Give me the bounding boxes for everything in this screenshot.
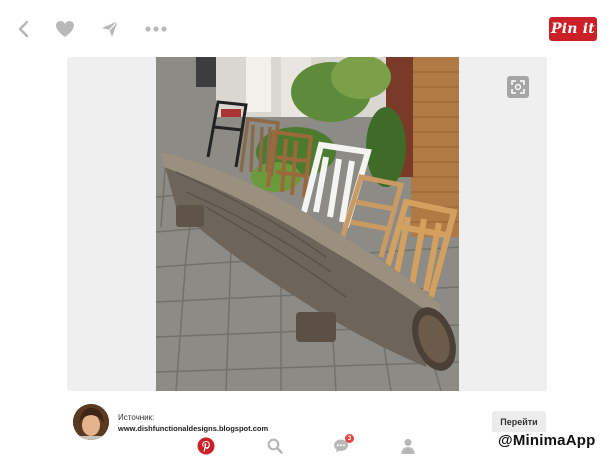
send-icon[interactable] — [95, 14, 125, 44]
source-label: Источник: — [118, 413, 155, 422]
watermark: @MinimaApp — [494, 432, 600, 449]
source-url-link[interactable]: www.dishfunctionaldesigns.blogspot.com — [118, 424, 268, 433]
pin-detail-screen: Pin it Источник: www.dishfunctionaldesig… — [0, 0, 615, 461]
expand-icon[interactable] — [507, 76, 529, 98]
goto-button[interactable]: Перейти — [492, 411, 546, 433]
search-icon[interactable] — [264, 435, 286, 457]
heart-icon[interactable] — [50, 14, 80, 44]
back-icon[interactable] — [9, 14, 39, 44]
top-toolbar: Pin it — [0, 0, 615, 56]
pin-it-button[interactable]: Pin it — [549, 17, 597, 41]
pinterest-logo-icon[interactable] — [195, 435, 217, 457]
notification-badge: 3 — [345, 434, 354, 443]
avatar[interactable] — [73, 404, 109, 440]
profile-icon[interactable] — [397, 435, 419, 457]
more-icon[interactable] — [141, 14, 171, 44]
pin-image[interactable] — [156, 57, 459, 391]
